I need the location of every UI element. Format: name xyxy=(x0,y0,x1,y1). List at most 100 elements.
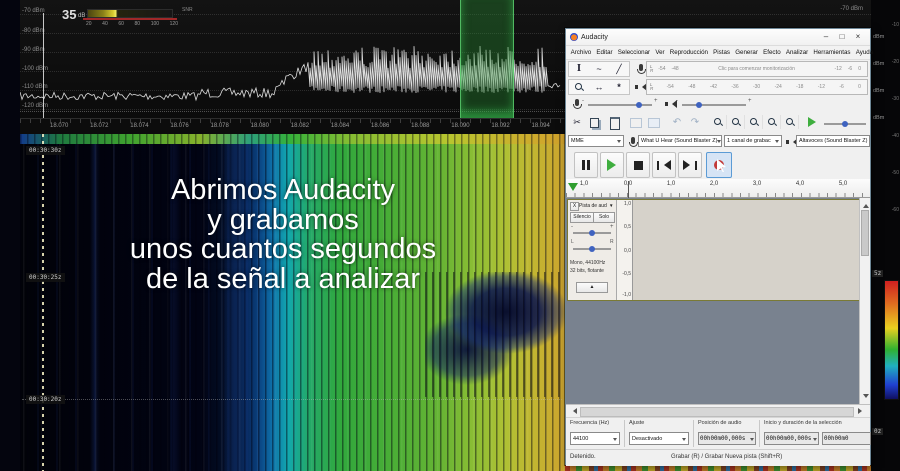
zoom-toggle-button[interactable] xyxy=(782,115,799,129)
scroll-right-icon[interactable] xyxy=(858,408,865,414)
play-button[interactable] xyxy=(600,152,624,178)
track-waveform-area[interactable] xyxy=(633,200,860,300)
silence-audio-button[interactable] xyxy=(648,118,660,128)
pan-slider[interactable] xyxy=(573,248,611,250)
slider-thumb[interactable] xyxy=(636,102,642,108)
playback-meter[interactable]: LR -54 -48 -42 -36 -30 -24 -18 -12 -6 0 xyxy=(646,79,868,95)
fit-project-button[interactable] xyxy=(764,115,781,129)
draw-tool-button[interactable]: ╱ xyxy=(610,62,628,76)
magnifier-icon xyxy=(750,118,758,126)
envelope-tool-button[interactable]: ~ xyxy=(590,62,608,76)
dbm-fragment: dBm xyxy=(873,88,884,94)
audio-position-label: Posición de audio xyxy=(698,420,741,426)
audio-track[interactable]: X Pista de aud ▼ Silencio Solo - + L R M… xyxy=(567,199,861,301)
snap-to-select[interactable]: Desactivado xyxy=(629,432,689,445)
pause-button[interactable] xyxy=(574,152,598,178)
scrollbar-thumb[interactable] xyxy=(580,407,854,417)
zoom-in-button[interactable] xyxy=(710,115,727,129)
project-rate-select[interactable]: 44100 xyxy=(570,432,620,445)
meter-message: Clic para comenzar monitorización xyxy=(682,66,832,72)
track-close-button[interactable]: X xyxy=(570,202,579,211)
scrollbar-thumb[interactable] xyxy=(861,210,869,256)
microphone-icon[interactable] xyxy=(639,64,643,71)
menu-seleccionar[interactable]: Seleccionar xyxy=(615,49,653,56)
zoom-out-button[interactable] xyxy=(728,115,745,129)
slider-thumb[interactable] xyxy=(589,230,595,236)
maximize-button[interactable]: □ xyxy=(834,29,850,45)
trim-audio-button[interactable] xyxy=(630,118,642,128)
zoom-tool-button[interactable] xyxy=(570,80,588,94)
play-speed-slider[interactable] xyxy=(824,123,866,125)
second-sdr-strip: dBm dBm dBm dBm -10 -20 -30 -40 -50 -60 … xyxy=(871,0,900,471)
slider-max: + xyxy=(748,98,752,104)
menu-ver[interactable]: Ver xyxy=(653,49,667,56)
timeline-ruler[interactable]: 1,0 0,0 1,0 2,0 3,0 4,0 5,0 xyxy=(566,179,870,198)
toolbar-row-1: I ~ ╱ LR -54 -48 Clic para comenzar moni… xyxy=(566,60,870,78)
redo-button[interactable]: ↷ xyxy=(686,115,704,129)
status-hint: Grabar (R) / Grabar Nueva pista (Shift+R… xyxy=(671,454,782,460)
gain-slider[interactable] xyxy=(573,232,611,234)
cut-button[interactable]: ✂ xyxy=(568,115,586,129)
title-bar[interactable]: Audacity – □ × xyxy=(566,29,870,46)
meter-tick: -30 xyxy=(750,84,763,90)
edge-db-number: -10 xyxy=(892,22,899,28)
close-button[interactable]: × xyxy=(850,29,866,45)
recording-device-select[interactable]: What U Hear (Sound Blaster Z) xyxy=(638,135,722,147)
track-name[interactable]: Pista de aud xyxy=(579,203,607,209)
selection-start-field[interactable]: 00h00m00,000s xyxy=(764,432,819,445)
menu-generar[interactable]: Generar xyxy=(733,49,761,56)
record-button[interactable] xyxy=(706,152,732,178)
menu-efecto[interactable]: Efecto xyxy=(761,49,784,56)
selection-end-field[interactable]: 00h00m0 xyxy=(822,432,871,445)
scroll-down-icon[interactable] xyxy=(863,394,869,401)
recording-volume-slider[interactable] xyxy=(588,104,652,106)
caption-line: Abrimos Audacity xyxy=(0,176,566,206)
paste-button[interactable] xyxy=(610,117,620,130)
horizontal-scrollbar[interactable] xyxy=(566,404,870,417)
track-collapse-button[interactable]: ▲ xyxy=(576,282,608,293)
menu-editar[interactable]: Editar xyxy=(594,49,615,56)
menu-herramientas[interactable]: Herramientas xyxy=(811,49,853,56)
playback-device-select[interactable]: Altavoces (Sound Blaster Z) xyxy=(796,135,870,147)
pan-right-label: R xyxy=(610,239,614,245)
menu-pistas[interactable]: Pistas xyxy=(711,49,733,56)
stop-icon xyxy=(634,161,643,170)
chevron-down-icon xyxy=(717,140,721,145)
skip-to-end-button[interactable] xyxy=(678,152,702,178)
playback-volume-slider[interactable] xyxy=(682,104,746,106)
playhead-cursor xyxy=(628,181,629,198)
menu-archivo[interactable]: Archivo xyxy=(568,49,594,56)
menu-ayuda[interactable]: Ayuda xyxy=(853,49,876,56)
track-menu-dropdown[interactable]: ▼ xyxy=(609,203,613,208)
recording-meter[interactable]: LR -54 -48 Clic para comenzar monitoriza… xyxy=(646,61,868,77)
stop-button[interactable] xyxy=(626,152,650,178)
menu-reproduccion[interactable]: Reproducción xyxy=(667,49,710,56)
caption-line: unos cuantos segundos xyxy=(0,235,566,265)
undo-button[interactable]: ↶ xyxy=(668,115,686,129)
slider-thumb[interactable] xyxy=(589,246,595,252)
fit-selection-button[interactable] xyxy=(746,115,763,129)
audio-position-field[interactable]: 00h00m00,000s xyxy=(698,432,756,445)
multi-tool-button[interactable]: * xyxy=(610,80,628,94)
scroll-left-icon[interactable] xyxy=(570,408,577,414)
copy-button[interactable] xyxy=(590,118,599,128)
freq-label: 18.086 xyxy=(371,123,389,129)
waterfall-color-legend xyxy=(884,280,899,400)
minimize-button[interactable]: – xyxy=(818,29,834,45)
play-at-speed-button[interactable] xyxy=(808,117,821,127)
vertical-scrollbar[interactable] xyxy=(859,198,870,404)
recording-channels-select[interactable]: 1 canal de grabac xyxy=(724,135,782,147)
skip-to-start-button[interactable] xyxy=(652,152,676,178)
menu-analizar[interactable]: Analizar xyxy=(783,49,811,56)
tuning-indicator[interactable] xyxy=(460,0,514,118)
slider-thumb[interactable] xyxy=(842,121,848,127)
selection-tool-button[interactable]: I xyxy=(570,62,588,76)
slider-thumb[interactable] xyxy=(696,102,702,108)
mute-button[interactable]: Silencio xyxy=(570,212,594,223)
audio-host-select[interactable]: MME xyxy=(568,135,624,147)
freq-label: 18.076 xyxy=(170,123,188,129)
pause-icon xyxy=(582,160,590,170)
timeshift-tool-button[interactable]: ↔ xyxy=(590,80,608,94)
solo-button[interactable]: Solo xyxy=(593,212,615,223)
scroll-up-icon[interactable] xyxy=(863,201,869,208)
